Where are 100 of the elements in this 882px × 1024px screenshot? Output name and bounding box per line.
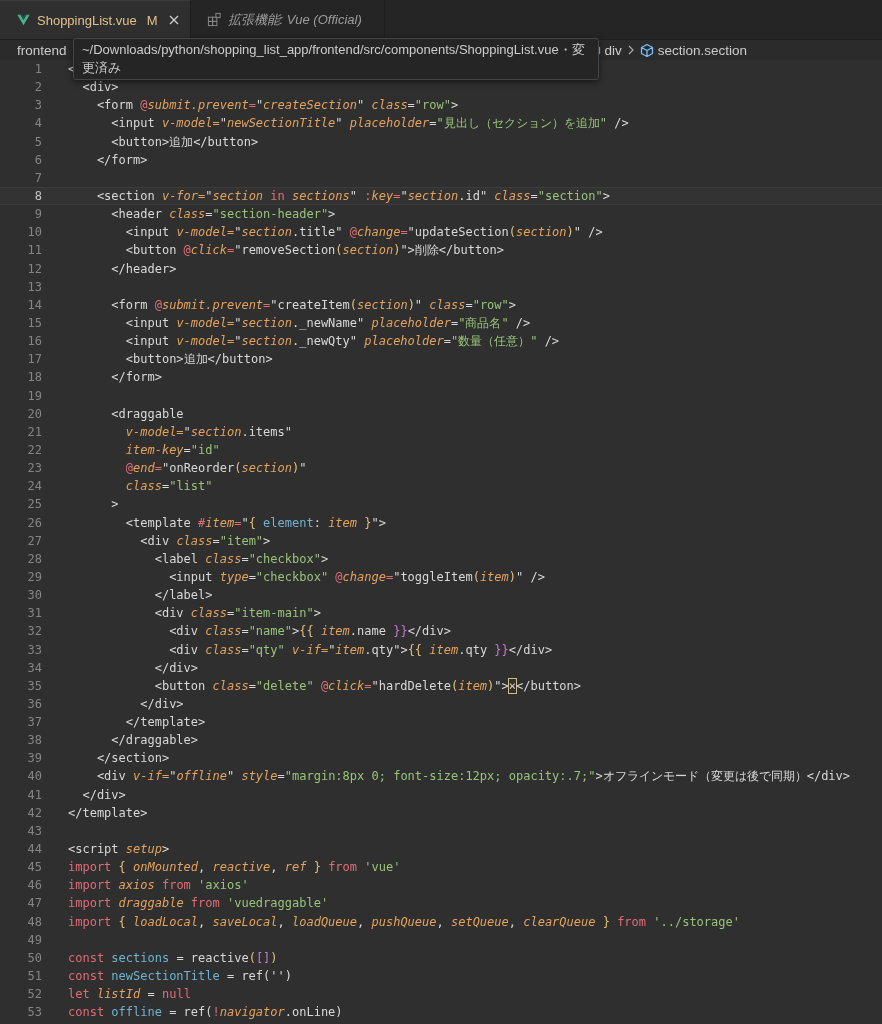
code-line: </label> xyxy=(153,587,213,605)
line-number: 37 xyxy=(26,714,42,732)
code-line: <div class="item-main"> xyxy=(153,605,321,623)
line-number: 41 xyxy=(26,786,42,804)
code-line: <button>追加</button> xyxy=(110,133,259,151)
code-line: import draggable from 'vuedraggable' xyxy=(68,895,329,913)
vue-logo-icon xyxy=(16,13,31,27)
code-line: </section> xyxy=(95,750,170,768)
line-number: 16 xyxy=(26,333,42,351)
code-line: import axios from 'axios' xyxy=(68,877,249,895)
line-number: 35 xyxy=(26,677,42,695)
line-number: 46 xyxy=(26,877,42,895)
line-number: 15 xyxy=(26,314,42,332)
extension-icon xyxy=(206,12,222,27)
line-number: 23 xyxy=(26,460,42,478)
line-number: 3 xyxy=(33,97,42,115)
line-number: 12 xyxy=(26,260,42,278)
code-line: <label class="checkbox"> xyxy=(153,550,329,568)
line-number: 13 xyxy=(26,278,42,296)
line-number: 25 xyxy=(26,496,42,514)
line-number: 52 xyxy=(26,986,42,1004)
code-line: </div> xyxy=(153,659,199,677)
code-line: item-key="id" xyxy=(124,441,220,459)
code-line: </form> xyxy=(95,151,148,169)
line-number: 24 xyxy=(26,478,42,496)
line-number: 49 xyxy=(26,931,42,949)
line-number: 10 xyxy=(26,224,42,242)
line-number: 47 xyxy=(26,895,42,913)
code-line: <input v-model="newSectionTitle" placeholder="見出し（セクション）を追加" /> xyxy=(110,115,629,133)
line-number: 18 xyxy=(26,369,42,387)
close-icon[interactable] xyxy=(167,14,180,26)
line-number: 8 xyxy=(33,188,42,205)
code-line: <div class="qty" v-if="item.qty">{{ item.qty }}</div> xyxy=(168,641,553,659)
line-number: 4 xyxy=(33,115,42,133)
code-line: <section v-for="section in sections" :key="section.id" class="section"> xyxy=(95,188,610,205)
line-number: 14 xyxy=(26,296,42,314)
line-number: 48 xyxy=(26,913,42,931)
breadcrumb-item[interactable]: frontend xyxy=(17,42,67,58)
line-number: 9 xyxy=(33,206,42,224)
code-line: import { loadLocal, saveLocal, loadQueue, pushQueue, setQueue, clearQueue } from '../storage' xyxy=(68,913,740,931)
cube-icon xyxy=(639,42,654,58)
line-number: 51 xyxy=(26,968,42,986)
code-line: </template> xyxy=(68,804,148,822)
line-number: 26 xyxy=(26,514,42,532)
line-number: 1 xyxy=(33,61,42,78)
line-number: 20 xyxy=(26,405,42,423)
code-line: <input v-model="section.title" @change="updateSection(section)" /> xyxy=(124,224,603,242)
line-number: 50 xyxy=(26,949,42,967)
code-line: <input v-model="section._newQty" placeholder="数量（任意）" /> xyxy=(124,333,560,351)
breadcrumb-item[interactable]: div xyxy=(604,42,622,58)
code-line: > xyxy=(110,496,119,514)
code-line: v-model="section.items" xyxy=(124,423,292,441)
code-line: <input v-model="section._newName" placeholder="商品名" /> xyxy=(124,314,531,332)
code-line: </div> xyxy=(81,786,126,804)
code-line: </form> xyxy=(110,369,162,387)
line-number: 2 xyxy=(33,79,42,97)
code-line: import { onMounted, reactive, ref } from 'vue' xyxy=(68,859,401,877)
line-number: 53 xyxy=(26,1004,42,1022)
line-number: 45 xyxy=(26,859,42,877)
code-line: </header> xyxy=(110,260,177,278)
code-line: <button class="delete" @click="hardDelete(item)">×</button> xyxy=(153,677,582,695)
line-number: 19 xyxy=(26,387,42,405)
code-line: <input type="checkbox" @change="toggleItem(item)" /> xyxy=(168,568,545,586)
code-line: <script setup> xyxy=(68,841,170,859)
code-line: <draggable xyxy=(110,405,184,423)
line-number: 29 xyxy=(26,568,42,586)
editor-tab[interactable]: ShoppingList.vue M xyxy=(0,0,191,39)
line-number: 32 xyxy=(26,623,42,641)
line-number: 30 xyxy=(26,587,42,605)
line-number: 11 xyxy=(26,242,42,260)
line-number: 22 xyxy=(26,441,42,459)
line-number: 28 xyxy=(26,550,42,568)
line-number: 5 xyxy=(33,133,42,151)
code-line: <div class="name">{{ item.name }}</div> xyxy=(168,623,451,641)
code-line: <button>追加</button> xyxy=(124,351,273,369)
code-line: <div v-if="offline" style="margin:8px 0; font-size:12px; opacity:.7;">オフラインモード（変更は後で同期）</div> xyxy=(95,768,851,786)
code-line: </draggable> xyxy=(110,732,199,750)
code-line: <div class="item"> xyxy=(139,532,271,550)
code-line: class="list" xyxy=(124,478,213,496)
line-number: 39 xyxy=(26,750,42,768)
code-line: const offline = ref(!navigator.onLine) xyxy=(68,1004,343,1022)
line-number: 6 xyxy=(33,151,42,169)
line-number: 31 xyxy=(26,605,42,623)
line-number: 42 xyxy=(26,804,42,822)
line-number: 7 xyxy=(33,169,42,187)
line-number: 21 xyxy=(26,423,42,441)
code-line: <header class="section-header"> xyxy=(110,206,336,224)
code-line: <button @click="removeSection(section)">削除</button> xyxy=(124,242,504,260)
code-line: </template> xyxy=(124,714,206,732)
line-number: 34 xyxy=(26,659,42,677)
code-line: <form @submit.prevent="createItem(section)" class="row"> xyxy=(110,296,517,314)
line-number: 27 xyxy=(26,532,42,550)
code-line: let listId = null xyxy=(68,986,191,1004)
breadcrumb-item[interactable]: section.section xyxy=(657,42,748,58)
code-line: <div> xyxy=(81,79,119,97)
code-line: @end="onReorder(section)" xyxy=(124,460,307,478)
line-number: 17 xyxy=(26,351,42,369)
line-number: 33 xyxy=(26,641,42,659)
code-line: <form @submit.prevent="createSection" class="row"> xyxy=(95,97,459,115)
line-number: 36 xyxy=(26,695,42,713)
